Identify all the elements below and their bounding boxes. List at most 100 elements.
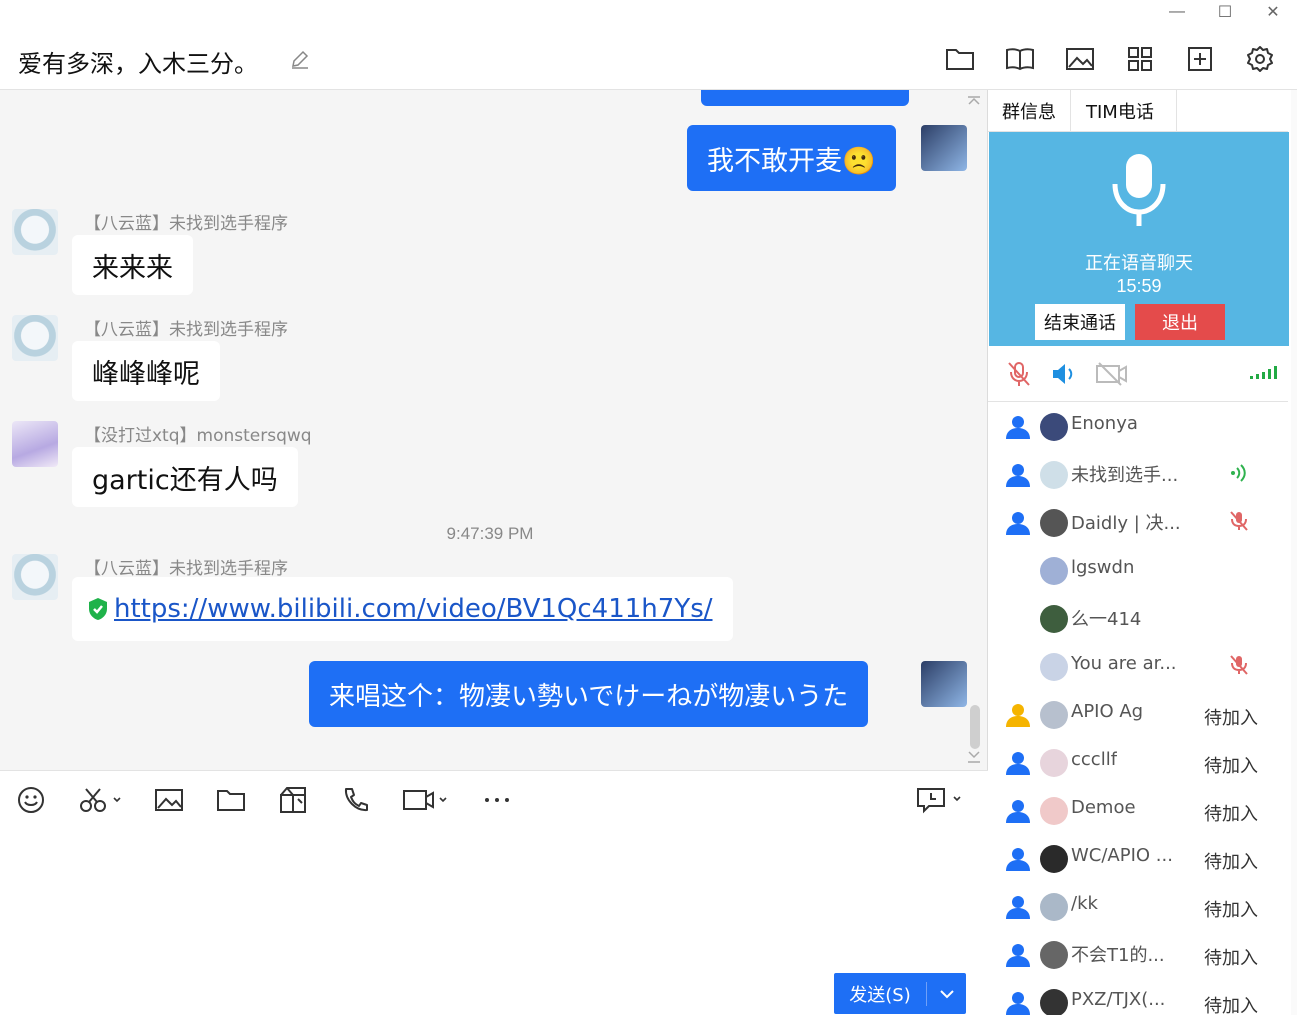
person-icon xyxy=(1004,510,1032,541)
send-button[interactable]: 发送(S) xyxy=(834,973,966,1014)
image-icon[interactable] xyxy=(1063,42,1097,76)
add-member-icon[interactable] xyxy=(1183,42,1217,76)
user-avatar[interactable] xyxy=(12,554,58,600)
side-panel-scrollbar[interactable] xyxy=(1291,90,1297,1015)
member-row[interactable]: 未找到选手... xyxy=(988,450,1288,498)
member-row[interactable]: 么一414 xyxy=(988,594,1288,642)
mic-muted-icon[interactable] xyxy=(1006,360,1032,393)
exit-call-button[interactable]: 退出 xyxy=(1135,304,1225,340)
member-status: 待加入 xyxy=(1204,756,1258,777)
member-row[interactable]: 不会T1的... 待加入 xyxy=(988,930,1288,978)
member-row[interactable]: /kk 待加入 xyxy=(988,882,1288,930)
chat-window: — ☐ ✕ 爱有多深，入木三分。 我不敢开麦🙁 【八云蓝】未找到选手程序 来来来… xyxy=(0,0,1297,1015)
close-button[interactable]: ✕ xyxy=(1249,0,1297,24)
book-icon[interactable] xyxy=(1003,42,1037,76)
person-icon xyxy=(1004,702,1032,733)
member-row[interactable]: APIO Ag 待加入 xyxy=(988,690,1288,738)
member-avatar xyxy=(1040,461,1068,489)
member-row[interactable]: lgswdn xyxy=(988,546,1288,594)
signal-strength-icon xyxy=(1248,364,1278,385)
person-icon xyxy=(1004,750,1032,781)
sender-name: 【八云蓝】未找到选手程序 xyxy=(84,320,288,340)
more-icon[interactable] xyxy=(482,785,512,815)
message-text: 来来来 xyxy=(92,252,173,284)
user-avatar[interactable] xyxy=(12,315,58,361)
tab-tim-call[interactable]: TIM电话 xyxy=(1071,90,1177,132)
collapse-up-icon[interactable] xyxy=(966,92,982,110)
message-link[interactable]: https://www.bilibili.com/video/BV1Qc411h… xyxy=(114,594,713,624)
voice-call-card: 正在语音聊天 15:59 结束通话 退出 xyxy=(989,132,1289,346)
chat-header: 爱有多深，入木三分。 xyxy=(0,24,1297,90)
phone-icon[interactable] xyxy=(340,785,370,815)
member-row[interactable]: WC/APIO ... 待加入 xyxy=(988,834,1288,882)
user-avatar[interactable] xyxy=(12,209,58,255)
member-status: 待加入 xyxy=(1204,852,1258,873)
chat-scrollbar[interactable] xyxy=(970,705,980,749)
message-text: 我不敢开麦🙁 xyxy=(707,145,876,177)
member-row[interactable]: You are ar... xyxy=(988,642,1288,690)
member-status: 待加入 xyxy=(1204,948,1258,969)
my-avatar[interactable] xyxy=(921,125,967,171)
folder-icon[interactable] xyxy=(943,42,977,76)
outgoing-message-bubble[interactable]: 来唱这个：物凄い勢いでけーねが物凄いうた xyxy=(309,661,869,727)
speaking-icon xyxy=(1228,462,1248,489)
folder-icon[interactable] xyxy=(216,785,246,815)
speaker-icon[interactable] xyxy=(1050,360,1076,393)
send-label: 发送(S) xyxy=(849,984,911,1006)
person-icon xyxy=(1004,462,1032,493)
member-avatar xyxy=(1040,413,1068,441)
member-avatar xyxy=(1040,941,1068,969)
mic-muted-icon xyxy=(1228,510,1250,537)
member-avatar xyxy=(1040,557,1068,585)
emoji-icon[interactable] xyxy=(16,785,46,815)
member-row[interactable]: cccllf 待加入 xyxy=(988,738,1288,786)
member-status: 待加入 xyxy=(1204,804,1258,825)
tab-group-info[interactable]: 群信息 xyxy=(988,90,1071,132)
edit-icon[interactable] xyxy=(289,48,311,75)
video-call-icon[interactable] xyxy=(402,785,450,815)
member-avatar xyxy=(1040,701,1068,729)
member-name: 么一414 xyxy=(1071,609,1142,630)
outgoing-message-bubble[interactable]: 我不敢开麦🙁 xyxy=(687,125,896,191)
message-text: 来唱这个：物凄い勢いでけーねが物凄いうた xyxy=(329,681,849,712)
partial-message-bubble xyxy=(701,90,909,106)
user-avatar[interactable] xyxy=(12,421,58,467)
end-call-button[interactable]: 结束通话 xyxy=(1035,304,1125,340)
incoming-message-bubble[interactable]: gartic还有人吗 xyxy=(72,447,298,507)
camera-off-icon[interactable] xyxy=(1094,360,1130,393)
member-row[interactable]: PXZ/TJX(... 待加入 xyxy=(988,978,1288,1015)
sender-name: 【八云蓝】未找到选手程序 xyxy=(84,214,288,234)
member-row[interactable]: Demoe 待加入 xyxy=(988,786,1288,834)
settings-gear-icon[interactable] xyxy=(1243,42,1277,76)
gift-icon[interactable] xyxy=(278,785,308,815)
screenshot-scissors-icon[interactable] xyxy=(78,785,122,815)
my-avatar[interactable] xyxy=(921,661,967,707)
apps-grid-icon[interactable] xyxy=(1123,42,1157,76)
chevron-down-icon[interactable] xyxy=(927,989,966,999)
person-icon xyxy=(1004,894,1032,925)
member-avatar xyxy=(1040,893,1068,921)
member-name: You are ar... xyxy=(1071,653,1177,674)
member-list[interactable]: Enonya 未找到选手... Daidly | 决... lgswdn 么一414 Yo… xyxy=(988,402,1288,1015)
member-status: 待加入 xyxy=(1204,900,1258,921)
message-history-icon[interactable] xyxy=(915,785,967,820)
minimize-button[interactable]: — xyxy=(1153,0,1201,24)
member-row[interactable]: Daidly | 决... xyxy=(988,498,1288,546)
incoming-message-bubble[interactable]: 峰峰峰呢 xyxy=(72,341,220,401)
message-text: 峰峰峰呢 xyxy=(92,358,200,390)
member-status: 待加入 xyxy=(1204,708,1258,729)
member-row[interactable]: Enonya xyxy=(988,402,1288,450)
maximize-button[interactable]: ☐ xyxy=(1201,0,1249,24)
mic-muted-icon xyxy=(1228,654,1250,681)
sender-name: 【没打过xtq】monstersqwq xyxy=(84,426,312,446)
member-name: 未找到选手... xyxy=(1071,465,1179,486)
incoming-link-bubble[interactable]: https://www.bilibili.com/video/BV1Qc411h… xyxy=(72,577,733,641)
message-list[interactable]: 我不敢开麦🙁 【八云蓝】未找到选手程序 来来来 【八云蓝】未找到选手程序 峰峰峰… xyxy=(0,90,988,770)
member-avatar xyxy=(1040,509,1068,537)
member-status: 待加入 xyxy=(1204,996,1258,1015)
collapse-down-icon[interactable] xyxy=(966,750,982,769)
incoming-message-bubble[interactable]: 来来来 xyxy=(72,235,193,295)
member-name: 不会T1的... xyxy=(1071,945,1165,966)
message-composer[interactable]: 发送(S) xyxy=(0,770,988,1015)
image-icon[interactable] xyxy=(154,785,184,815)
